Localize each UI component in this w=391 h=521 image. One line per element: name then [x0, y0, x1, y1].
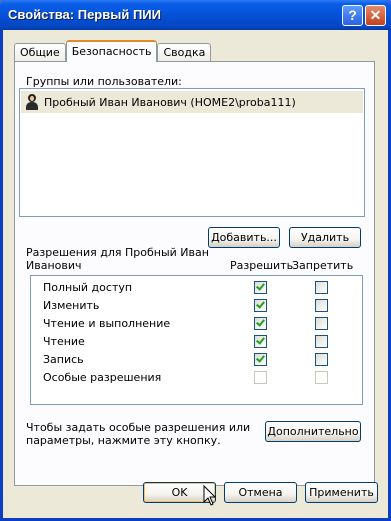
deny-checkbox[interactable] [315, 335, 328, 348]
permission-name: Запись [43, 353, 84, 366]
help-button[interactable]: ? [342, 5, 363, 26]
apply-button[interactable]: Применить [305, 482, 378, 503]
permissions-label-line2: Иванович [26, 259, 82, 272]
title-bar[interactable]: Свойства: Первый ПИИ ? ✕ [0, 0, 391, 30]
checkmark-icon [256, 335, 265, 345]
deny-checkbox [315, 371, 328, 384]
properties-window: Свойства: Первый ПИИ ? ✕ Общие Безопасно… [0, 0, 391, 521]
deny-checkbox[interactable] [315, 353, 328, 366]
tab-general[interactable]: Общие [14, 43, 66, 62]
tab-strip: Общие Безопасность Сводка [14, 40, 212, 62]
cancel-button[interactable]: Отмена [224, 482, 297, 503]
list-item[interactable]: Пробный Иван Иванович (HOME2\proba111) [21, 91, 363, 113]
permission-name: Особые разрешения [43, 371, 162, 384]
permissions-list: Полный доступ Изменить Чтение и выполнен… [30, 275, 363, 405]
checkmark-icon [256, 353, 265, 363]
allow-column-header: Разрешить [230, 259, 294, 272]
permission-row: Запись [31, 351, 362, 369]
allow-checkbox[interactable] [254, 317, 267, 330]
permission-row: Особые разрешения [31, 369, 362, 387]
permission-row: Чтение [31, 333, 362, 351]
deny-checkbox[interactable] [315, 317, 328, 330]
checkmark-icon [256, 299, 265, 309]
window-title: Свойства: Первый ПИИ [8, 7, 161, 22]
remove-button[interactable]: Удалить [289, 227, 361, 248]
permission-row: Изменить [31, 297, 362, 315]
deny-checkbox[interactable] [315, 281, 328, 294]
deny-column-header: Запретить [292, 259, 354, 272]
permission-name: Изменить [43, 299, 100, 312]
allow-checkbox [254, 371, 267, 384]
add-button[interactable]: Добавить... [208, 227, 280, 248]
checkmark-icon [256, 317, 265, 327]
permission-row: Чтение и выполнение [31, 315, 362, 333]
allow-checkbox[interactable] [254, 335, 267, 348]
permission-name: Чтение и выполнение [43, 317, 171, 330]
allow-checkbox[interactable] [254, 299, 267, 312]
tab-security[interactable]: Безопасность [65, 40, 158, 62]
permission-name: Полный доступ [43, 281, 133, 294]
groups-label: Группы или пользователи: [26, 75, 182, 88]
tab-summary[interactable]: Сводка [157, 43, 212, 62]
mouse-cursor-icon [203, 484, 217, 506]
deny-checkbox[interactable] [315, 299, 328, 312]
user-icon [24, 94, 40, 110]
groups-listbox[interactable]: Пробный Иван Иванович (HOME2\proba111) [19, 88, 365, 217]
list-item-label: Пробный Иван Иванович (HOME2\proba111) [44, 95, 296, 109]
allow-checkbox[interactable] [254, 281, 267, 294]
advanced-hint-line1: Чтобы задать особые разрешения или [26, 421, 251, 434]
dialog-client-area: Общие Безопасность Сводка Группы или пол… [3, 30, 388, 518]
close-button[interactable]: ✕ [365, 5, 386, 26]
permissions-label-line1: Разрешения для Пробный Иван [26, 246, 209, 259]
advanced-hint-line2: параметры, нажмите эту кнопку. [26, 434, 221, 447]
checkmark-icon [256, 281, 265, 291]
permission-row: Полный доступ [31, 279, 362, 297]
allow-checkbox[interactable] [254, 353, 267, 366]
permission-name: Чтение [43, 335, 85, 348]
advanced-button[interactable]: Дополнительно [265, 421, 361, 442]
